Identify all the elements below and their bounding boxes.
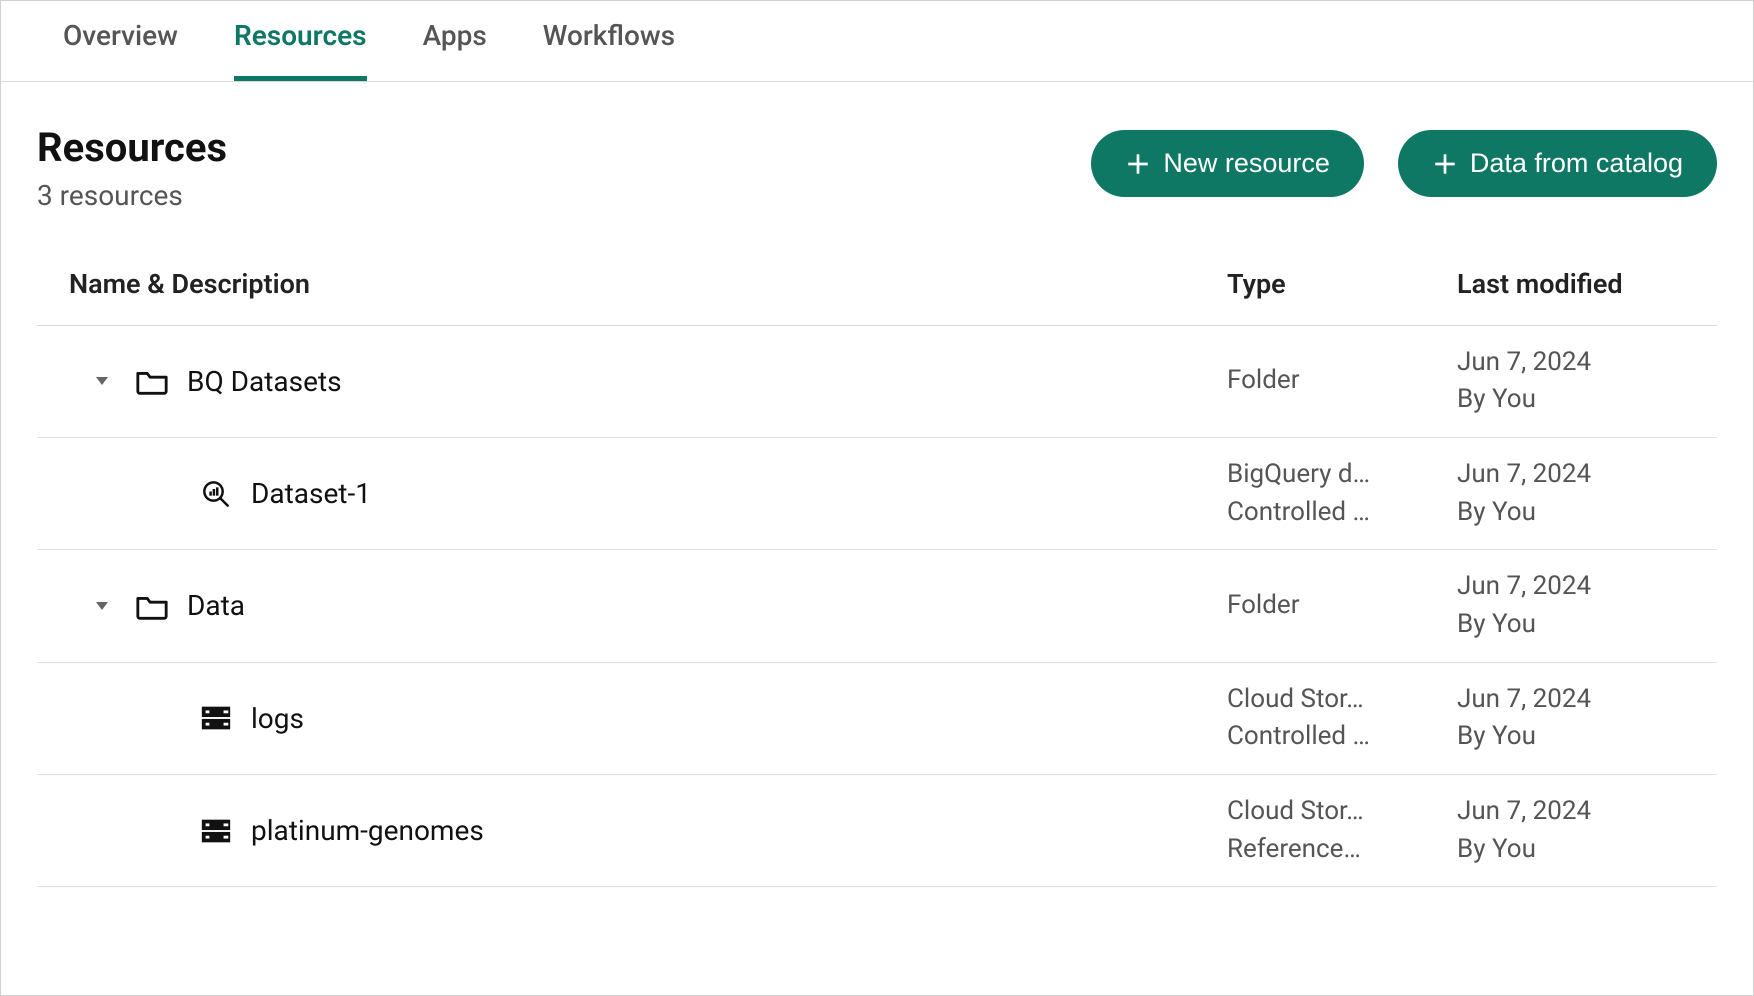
type-line2: Controlled … [1227,718,1417,756]
resource-table: Name & Description Type Last modified BQ… [37,264,1717,887]
cell-name: BQ Datasets [37,365,1227,398]
col-type: Type [1227,264,1457,305]
type-line1: Cloud Stor… [1227,681,1417,719]
folder-icon [135,591,169,621]
type-line1: Folder [1227,587,1417,625]
storage-icon [199,703,233,733]
data-from-catalog-button[interactable]: Data from catalog [1398,130,1717,197]
new-resource-label: New resource [1163,148,1330,179]
tab-workflows[interactable]: Workflows [543,19,675,81]
modified-date: Jun 7, 2024 [1457,681,1697,719]
cell-name: Dataset-1 [37,477,1227,510]
col-name: Name & Description [69,264,1227,305]
storage-icon [199,816,233,846]
cell-name: Data [37,589,1227,622]
cell-type: Cloud Stor…Controlled … [1227,681,1457,756]
cell-type: BigQuery d…Controlled … [1227,456,1457,531]
modified-by: By You [1457,606,1697,644]
resource-name: platinum-genomes [251,814,484,847]
table-row[interactable]: logsCloud Stor…Controlled …Jun 7, 2024By… [37,663,1717,775]
resource-name: Data [187,589,245,622]
cell-modified: Jun 7, 2024By You [1457,456,1717,531]
table-row[interactable]: Data Folder Jun 7, 2024By You [37,550,1717,662]
tab-resources[interactable]: Resources [234,19,367,81]
page-header: Resources 3 resources New resource Data … [1,82,1753,212]
resource-count: 3 resources [37,179,227,212]
table-row[interactable]: platinum-genomesCloud Stor…Reference…Jun… [37,775,1717,887]
type-line1: Folder [1227,362,1417,400]
bq-icon [199,479,233,509]
folder-icon [135,366,169,396]
page-title: Resources [37,124,227,171]
cell-modified: Jun 7, 2024By You [1457,681,1717,756]
modified-date: Jun 7, 2024 [1457,793,1697,831]
tab-apps[interactable]: Apps [423,19,487,81]
new-resource-button[interactable]: New resource [1091,130,1364,197]
modified-by: By You [1457,381,1697,419]
cell-modified: Jun 7, 2024By You [1457,793,1717,868]
data-from-catalog-label: Data from catalog [1470,148,1683,179]
cell-type: Folder [1227,362,1457,400]
modified-by: By You [1457,831,1697,869]
cell-type: Folder [1227,587,1457,625]
modified-date: Jun 7, 2024 [1457,568,1697,606]
plus-icon [1432,151,1458,177]
tabs: Overview Resources Apps Workflows [1,1,1753,82]
cell-name: logs [37,702,1227,735]
table-row[interactable]: BQ Datasets Folder Jun 7, 2024By You [37,326,1717,438]
resource-name: BQ Datasets [187,365,342,398]
type-line1: Cloud Stor… [1227,793,1417,831]
table-header: Name & Description Type Last modified [37,264,1717,326]
expand-caret-icon[interactable] [87,375,117,387]
modified-by: By You [1457,718,1697,756]
resource-name: logs [251,702,304,735]
type-line2: Controlled … [1227,494,1417,532]
expand-caret-icon[interactable] [87,600,117,612]
table-row[interactable]: Dataset-1BigQuery d…Controlled …Jun 7, 2… [37,438,1717,550]
cell-modified: Jun 7, 2024By You [1457,568,1717,643]
resource-name: Dataset-1 [251,477,371,510]
type-line1: BigQuery d… [1227,456,1417,494]
col-modified: Last modified [1457,264,1717,305]
tab-overview[interactable]: Overview [63,19,178,81]
modified-date: Jun 7, 2024 [1457,344,1697,382]
cell-type: Cloud Stor…Reference… [1227,793,1457,868]
plus-icon [1125,151,1151,177]
modified-date: Jun 7, 2024 [1457,456,1697,494]
type-line2: Reference… [1227,831,1417,869]
cell-modified: Jun 7, 2024By You [1457,344,1717,419]
modified-by: By You [1457,494,1697,532]
cell-name: platinum-genomes [37,814,1227,847]
